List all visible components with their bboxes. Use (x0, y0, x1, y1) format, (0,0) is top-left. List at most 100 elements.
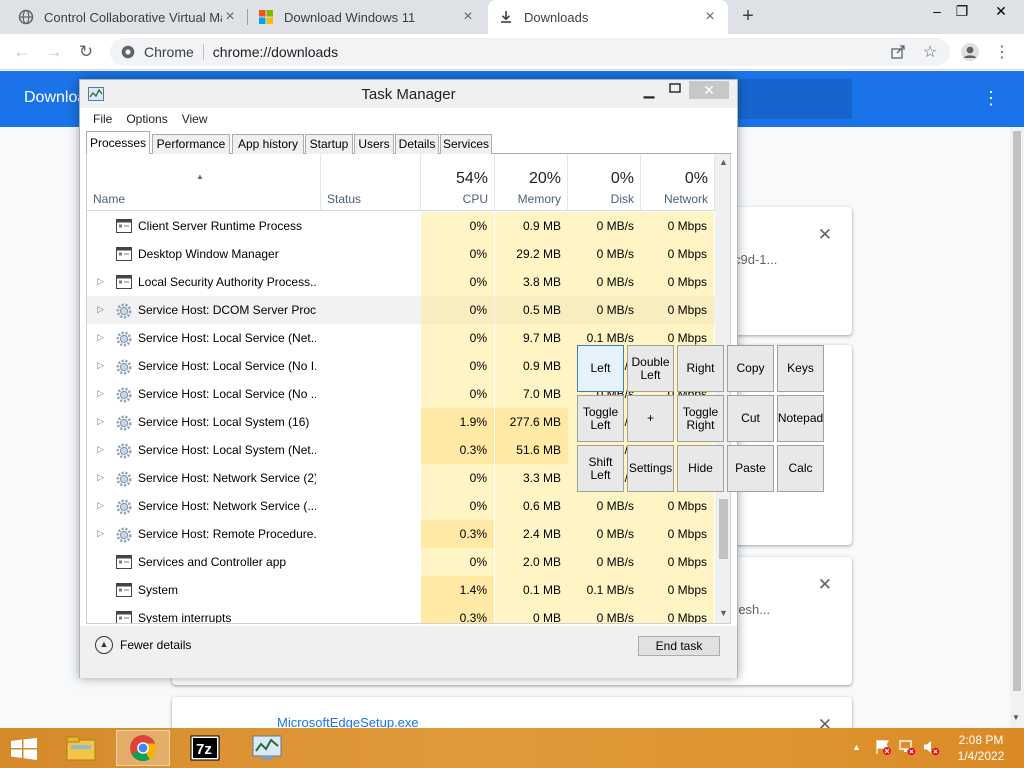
back-button[interactable]: ← (10, 40, 34, 64)
tab-performance[interactable]: Performance (152, 134, 230, 154)
expand-arrow-icon[interactable]: ▷ (97, 500, 104, 512)
menu-options[interactable]: Options (119, 108, 174, 130)
tab-control-collaborative[interactable]: Control Collaborative Virtual Ma × (8, 0, 248, 34)
end-task-button[interactable]: End task (638, 636, 720, 656)
tab-details[interactable]: Details (395, 134, 439, 154)
table-row[interactable]: Services and Controller app 0% 2.0 MB 0 MB/… (87, 548, 715, 576)
page-scrollbar[interactable]: ▼ (1010, 127, 1024, 728)
page-scrollbar-thumb[interactable] (1013, 131, 1021, 691)
keypad-key-paste[interactable]: Paste (727, 445, 774, 492)
keypad-key-plus[interactable]: + (627, 395, 674, 442)
table-row[interactable]: System 1.4% 0.1 MB 0.1 MB/s 0 Mbps (87, 576, 715, 604)
table-row[interactable]: ▷ Service Host: DCOM Server Proc... 0% 0.5 … (87, 296, 715, 324)
scroll-up-icon[interactable]: ▲ (715, 154, 730, 171)
keypad-key-toggle-left[interactable]: Toggle Left (577, 395, 624, 442)
process-name: Client Server Runtime Process (138, 219, 303, 233)
keypad-key-cut[interactable]: Cut (727, 395, 774, 442)
7zip-icon[interactable]: 7z (178, 730, 232, 766)
restore-window-button[interactable]: ❐ (945, 0, 979, 26)
column-disk[interactable]: 0% Disk (568, 154, 641, 211)
keypad-key-settings[interactable]: Settings (627, 445, 674, 492)
tab-app-history[interactable]: App history (232, 134, 304, 154)
column-status[interactable]: Status (321, 154, 421, 211)
keypad-key-toggle-right[interactable]: Toggle Right (677, 395, 724, 442)
downloads-menu-icon[interactable]: ⋮ (982, 89, 1000, 109)
remove-download-icon[interactable]: ✕ (818, 225, 832, 245)
keypad-key-shift-left[interactable]: Shift Left (577, 445, 624, 492)
column-name[interactable]: Name (87, 154, 321, 211)
remove-download-icon[interactable]: ✕ (818, 575, 832, 595)
expand-arrow-icon[interactable]: ▷ (97, 276, 104, 288)
expand-arrow-icon[interactable]: ▷ (97, 444, 104, 456)
keypad-key-label: Keys (787, 361, 814, 375)
expand-arrow-icon[interactable]: ▷ (97, 388, 104, 400)
close-window-button[interactable]: ✕ (984, 0, 1018, 26)
column-cpu[interactable]: 54% CPU (421, 154, 495, 211)
tab-users[interactable]: Users (354, 134, 394, 154)
close-button[interactable]: ✕ (689, 81, 729, 99)
reload-button[interactable]: ↻ (74, 40, 98, 64)
menu-view[interactable]: View (175, 108, 215, 130)
scroll-down-icon[interactable]: ▼ (715, 605, 730, 622)
expand-arrow-icon[interactable]: ▷ (97, 304, 104, 316)
tab-startup[interactable]: Startup (305, 134, 353, 154)
search-downloads-field[interactable] (734, 79, 852, 119)
close-tab-icon[interactable]: × (702, 8, 718, 26)
chevron-up-circle-icon[interactable]: ▲ (95, 636, 113, 654)
scroll-down-icon[interactable]: ▼ (1012, 713, 1020, 722)
tab-downloads[interactable]: Downloads × (488, 0, 728, 34)
tab-download-windows-11[interactable]: Download Windows 11 × (248, 0, 486, 34)
table-row[interactable]: ▷ Service Host: Network Service (... 0% 0.6… (87, 492, 715, 520)
tab-services[interactable]: Services (440, 134, 492, 154)
column-name-label: Name (93, 192, 126, 206)
table-row[interactable]: Desktop Window Manager 0% 29.2 MB 0 MB/s 0 M… (87, 240, 715, 268)
flag-icon[interactable] (874, 738, 892, 759)
expand-arrow-icon[interactable]: ▷ (97, 472, 104, 484)
chevron-up-icon[interactable]: ▲ (852, 742, 861, 752)
task-manager-icon[interactable] (240, 730, 294, 766)
bookmark-star-icon[interactable]: ☆ (918, 40, 942, 64)
fewer-details-link[interactable]: Fewer details (120, 638, 191, 652)
taskbar-clock[interactable]: 2:08 PM 1/4/2022 (950, 732, 1012, 764)
file-explorer-icon[interactable] (54, 730, 108, 766)
table-row[interactable]: ▷ Service Host: Remote Procedure... 0.3% 2.… (87, 520, 715, 548)
tab-processes[interactable]: Processes (86, 131, 150, 155)
close-tab-icon[interactable]: × (460, 8, 476, 26)
minimize-button[interactable]: ▁ (638, 82, 660, 100)
expand-arrow-icon[interactable]: ▷ (97, 332, 104, 344)
column-network[interactable]: 0% Network (641, 154, 715, 211)
new-tab-button[interactable]: + (736, 5, 760, 29)
expand-arrow-icon[interactable]: ▷ (97, 360, 104, 372)
browser-tabstrip: Control Collaborative Virtual Ma × Downl… (0, 0, 1024, 34)
profile-avatar[interactable] (958, 40, 982, 64)
network-icon[interactable] (898, 738, 916, 759)
expand-arrow-icon[interactable]: ▷ (97, 416, 104, 428)
table-row[interactable]: Client Server Runtime Process 0% 0.9 MB 0 M… (87, 212, 715, 240)
start-button[interactable] (10, 738, 38, 760)
table-row[interactable]: System interrupts 0.3% 0 MB 0 MB/s 0 Mbps (87, 604, 715, 623)
keypad-key-hide[interactable]: Hide (677, 445, 724, 492)
address-bar[interactable]: Chrome chrome://downloads (110, 38, 950, 66)
share-icon[interactable] (886, 40, 910, 64)
close-tab-icon[interactable]: × (222, 8, 238, 26)
keypad-key-keys[interactable]: Keys (777, 345, 824, 392)
chrome-icon[interactable] (116, 730, 170, 766)
keypad-key-double-left[interactable]: Double Left (627, 345, 674, 392)
chrome-menu-icon[interactable]: ⋮ (990, 40, 1014, 64)
process-mem-value: 277.6 MB (495, 408, 568, 436)
keypad-key-right[interactable]: Right (677, 345, 724, 392)
task-manager-titlebar[interactable]: Task Manager ▁ ✕ (80, 80, 737, 108)
volume-icon[interactable] (922, 738, 940, 759)
scrollbar-thumb[interactable] (719, 499, 728, 559)
keypad-key-notepad[interactable]: Notepad (777, 395, 824, 442)
process-cpu-value: 0% (421, 240, 494, 268)
column-memory[interactable]: 20% Memory (495, 154, 568, 211)
table-row[interactable]: ▷ Local Security Authority Process... 0% 3.… (87, 268, 715, 296)
menu-file[interactable]: File (86, 108, 119, 130)
keypad-key-calc[interactable]: Calc (777, 445, 824, 492)
keypad-key-left[interactable]: Left (577, 345, 624, 392)
forward-button[interactable]: → (42, 40, 66, 64)
keypad-key-copy[interactable]: Copy (727, 345, 774, 392)
expand-arrow-icon[interactable]: ▷ (97, 528, 104, 540)
maximize-button[interactable] (664, 82, 686, 100)
